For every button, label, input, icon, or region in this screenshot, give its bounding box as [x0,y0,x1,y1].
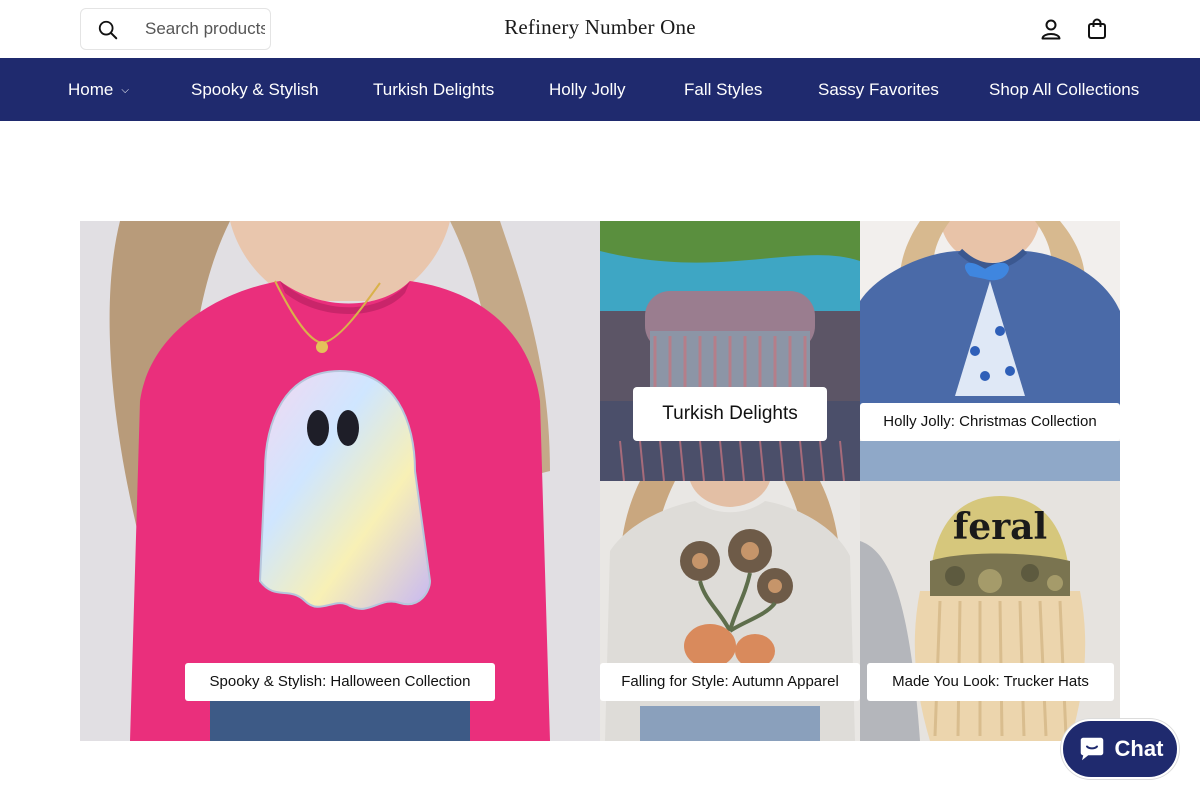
nav-item-holly-jolly[interactable]: Holly Jolly [549,58,626,121]
nav-item-spooky-stylish[interactable]: Spooky & Stylish [191,58,319,121]
nav-item-turkish-delights[interactable]: Turkish Delights [373,58,494,121]
chat-bubble-icon [1080,737,1103,761]
collection-tile-trucker-hats[interactable]: feral Made You Look: Trucker Hats [860,481,1120,741]
collection-tile-turkish[interactable]: Turkish Delights [600,221,860,481]
site-header: Refinery Number One [0,0,1200,58]
collection-label[interactable]: Turkish Delights [633,387,827,441]
chevron-down-icon: ⌵ [121,85,129,96]
collection-label[interactable]: Holly Jolly: Christmas Collection [860,403,1120,441]
nav-item-home[interactable]: Home ⌵ [68,58,129,121]
nav-item-sassy-favorites[interactable]: Sassy Favorites [818,58,939,121]
search-input[interactable] [145,9,265,49]
christmas-sweatshirt-image [860,221,1120,481]
trucker-hat-image: feral [860,481,1120,741]
collection-label[interactable]: Falling for Style: Autumn Apparel [600,663,860,701]
nav-item-fall-styles[interactable]: Fall Styles [684,58,762,121]
cart-icon[interactable] [1085,17,1109,41]
collection-grid: Spooky & Stylish: Halloween Collection T… [80,221,1120,741]
collection-tile-christmas[interactable]: Holly Jolly: Christmas Collection [860,221,1120,481]
account-icon[interactable] [1039,17,1063,41]
nav-item-label: Home [68,80,114,99]
hat-feral-logo: feral [953,506,1047,548]
collection-tile-autumn[interactable]: Falling for Style: Autumn Apparel [600,481,860,741]
nav-item-shop-all[interactable]: Shop All Collections [989,58,1139,121]
collection-label[interactable]: Made You Look: Trucker Hats [867,663,1114,701]
search-box[interactable] [80,8,271,50]
autumn-sweatshirt-image [600,481,860,741]
search-icon[interactable] [97,19,119,41]
collection-tile-halloween[interactable]: Spooky & Stylish: Halloween Collection [80,221,600,741]
brand-logo[interactable]: Refinery Number One [400,15,800,40]
main-navigation: Home ⌵ Spooky & Stylish Turkish Delights … [0,58,1200,121]
chat-button[interactable]: Chat [1061,719,1179,779]
turkish-towels-image [600,221,860,481]
chat-label: Chat [1114,736,1164,761]
collection-label[interactable]: Spooky & Stylish: Halloween Collection [185,663,495,701]
